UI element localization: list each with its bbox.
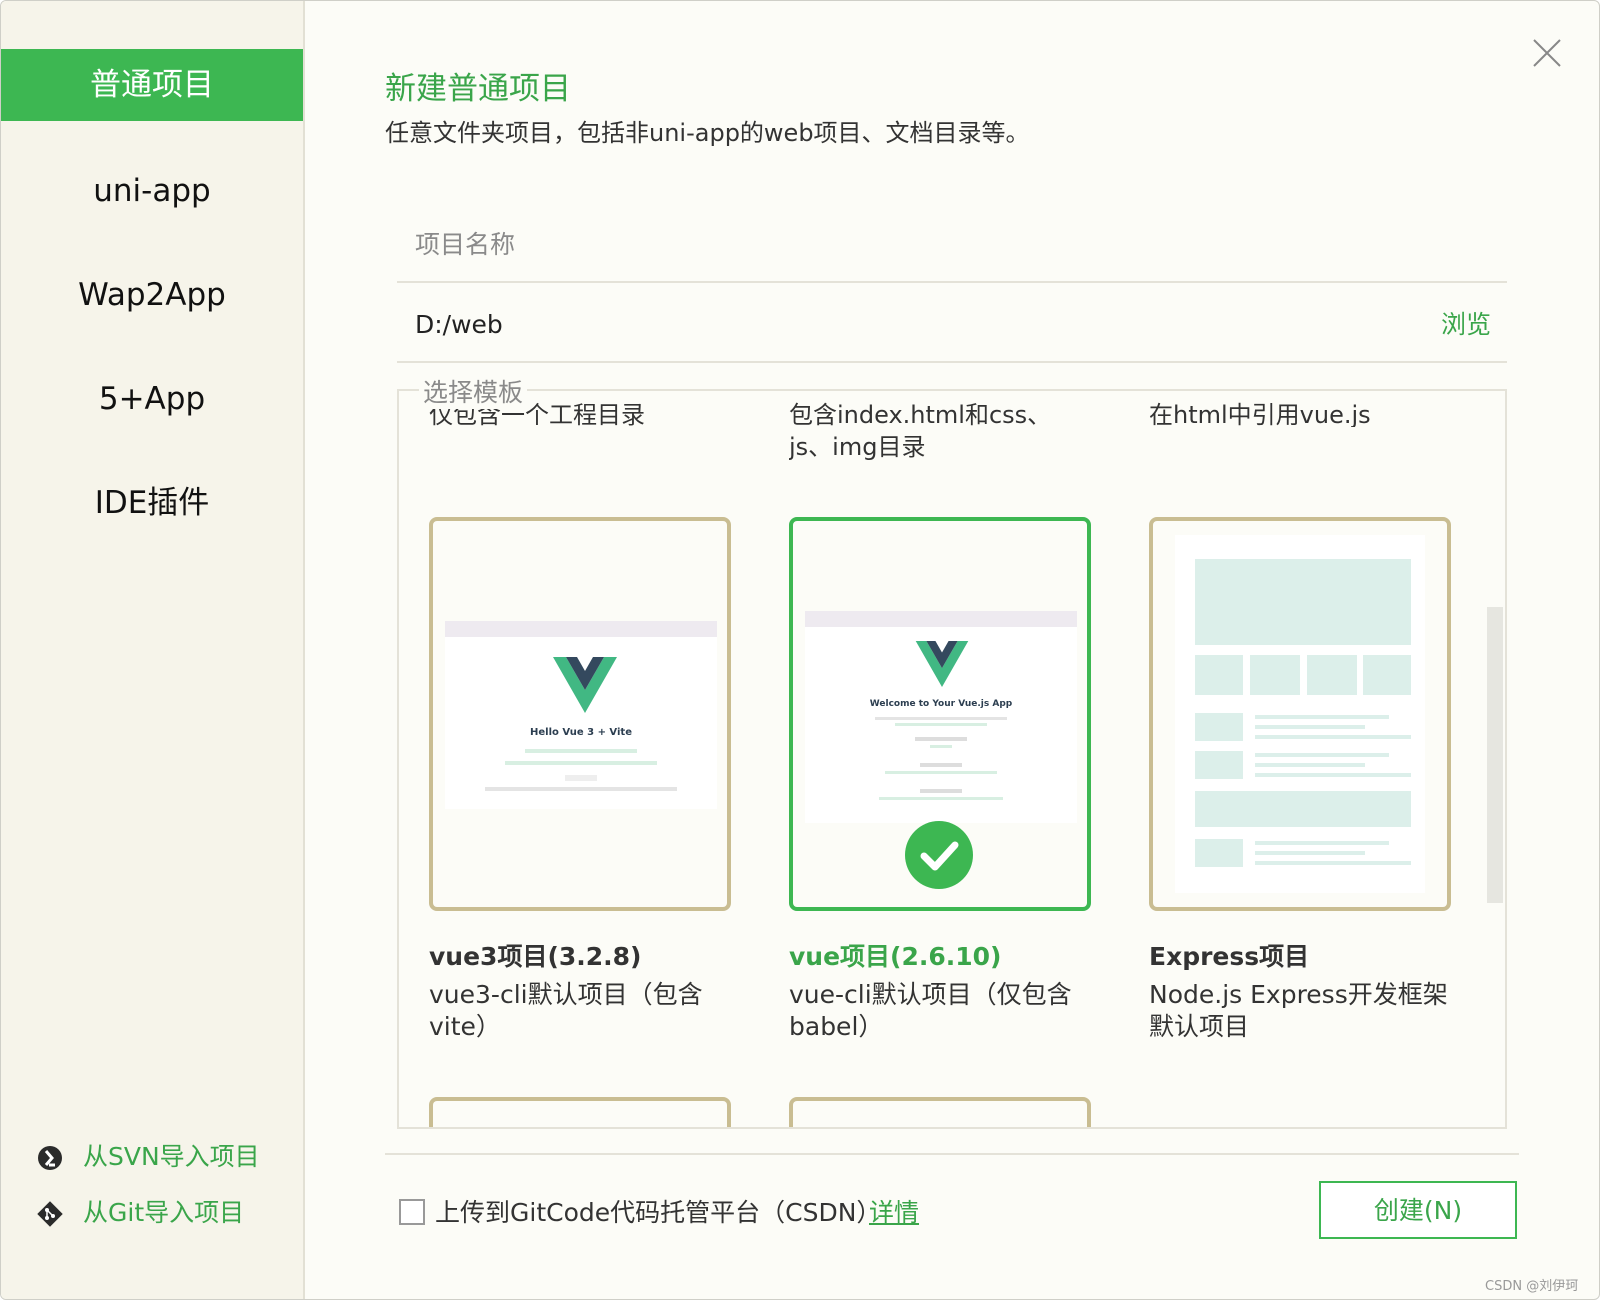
- detail-link[interactable]: 详情: [869, 1193, 919, 1229]
- template-name-vue3: vue3项目(3.2.8): [429, 942, 642, 971]
- svn-icon: [38, 1146, 62, 1170]
- template-desc-vue2: vue-cli默认项目（仅包含babel）: [789, 980, 1072, 1041]
- browse-button[interactable]: 浏览: [1441, 305, 1491, 341]
- import-git-link[interactable]: 从Git导入项目: [37, 1193, 244, 1233]
- sidebar-item-wap2app[interactable]: Wap2App: [1, 259, 303, 331]
- git-icon: [37, 1201, 63, 1227]
- vue3-preview: Hello Vue 3 + Vite: [445, 621, 717, 809]
- vue-logo-icon: [553, 657, 617, 713]
- new-project-dialog: 普通项目 uni-app Wap2App 5+App IDE插件 从SVN导入项…: [0, 0, 1600, 1300]
- sidebar-item-ide-plugin[interactable]: IDE插件: [1, 467, 303, 539]
- project-name-field: [397, 205, 1507, 283]
- upload-checkbox[interactable]: [399, 1199, 425, 1225]
- sidebar-item-uni-app[interactable]: uni-app: [1, 155, 303, 227]
- template-name-vue2: vue项目(2.6.10): [789, 942, 1002, 971]
- template-card-express[interactable]: [1149, 517, 1451, 911]
- page-subtitle: 任意文件夹项目，包括非uni-app的web项目、文档目录等。: [385, 119, 1030, 147]
- sidebar-item-normal-project[interactable]: 普通项目: [1, 49, 303, 121]
- template-card-vue3[interactable]: Hello Vue 3 + Vite: [429, 517, 731, 911]
- project-path-input[interactable]: [413, 297, 1397, 351]
- close-icon[interactable]: [1531, 37, 1563, 69]
- template-name-express: Express项目: [1149, 942, 1310, 971]
- template-desc-vue3: vue3-cli默认项目（包含vite）: [429, 980, 703, 1041]
- layout-preview-icon: [1175, 535, 1425, 893]
- import-git-label: 从Git导入项目: [83, 1198, 245, 1227]
- project-name-input[interactable]: [413, 217, 1397, 271]
- upload-label: 上传到GitCode代码托管平台（CSDN）: [435, 1198, 882, 1227]
- vue-logo-icon: [915, 641, 969, 687]
- vue2-preview: Welcome to Your Vue.js App: [805, 611, 1077, 823]
- template-scrollbar[interactable]: [1487, 607, 1503, 903]
- template-card-partial[interactable]: [429, 1097, 731, 1127]
- template-desc-clipped-3: 在html中引用vue.js (v3.2.8): [1149, 401, 1371, 427]
- check-circle-icon: [905, 821, 973, 889]
- template-desc-clipped-2: 包含index.html和css、js、img目录: [789, 401, 1052, 461]
- preview-heading: Hello Vue 3 + Vite: [530, 727, 632, 738]
- create-button[interactable]: 创建(N): [1319, 1181, 1517, 1239]
- template-legend: 选择模板: [419, 373, 528, 409]
- project-path-field: 浏览: [397, 285, 1507, 363]
- preview-heading: Welcome to Your Vue.js App: [869, 699, 1013, 709]
- template-card-partial[interactable]: [789, 1097, 1091, 1127]
- watermark: CSDN @刘伊珂: [1485, 1279, 1579, 1294]
- sidebar-item-5plus-app[interactable]: 5+App: [1, 363, 303, 435]
- template-desc-express: Node.js Express开发框架默认项目: [1149, 980, 1448, 1041]
- import-svn-link[interactable]: 从SVN导入项目: [37, 1137, 260, 1177]
- footer-divider: [385, 1153, 1519, 1155]
- import-svn-label: 从SVN导入项目: [83, 1142, 260, 1171]
- template-card-vue2[interactable]: Welcome to Your Vue.js App: [789, 517, 1091, 911]
- page-title: 新建普通项目: [385, 71, 571, 107]
- sidebar: 普通项目 uni-app Wap2App 5+App IDE插件 从SVN导入项…: [1, 1, 305, 1299]
